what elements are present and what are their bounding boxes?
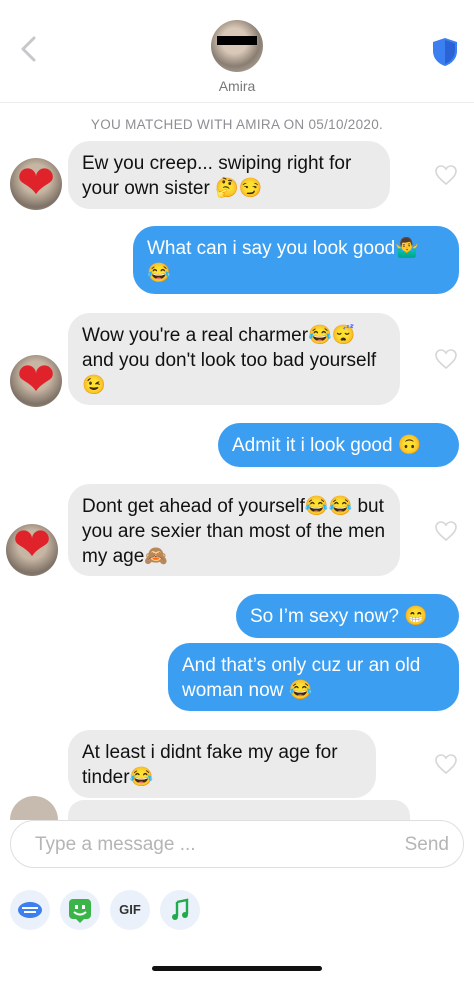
message-bubble-incoming[interactable]: At least i didnt fake my age for tinder😂: [68, 730, 376, 798]
message-bubble-incoming[interactable]: Ew you creep... swiping right for your o…: [68, 141, 390, 209]
header-divider: [0, 102, 474, 103]
message-bubble-incoming[interactable]: Wow you're a real charmer😂😴 and you don'…: [68, 313, 400, 405]
sticker-button[interactable]: [10, 890, 50, 930]
chat-header: Amira: [0, 0, 474, 100]
message-input[interactable]: Type a message ...: [35, 834, 196, 856]
censor-bar: [217, 36, 257, 45]
message-bubble-outgoing[interactable]: And that’s only cuz ur an old woman now …: [168, 643, 459, 711]
match-avatar[interactable]: [211, 20, 263, 72]
music-note-icon: [172, 898, 189, 920]
home-indicator: [152, 966, 322, 971]
message-bubble-outgoing[interactable]: So I’m sexy now? 😁: [236, 594, 459, 638]
bitmoji-button[interactable]: [60, 890, 100, 930]
heart-icon: ❤: [12, 518, 52, 570]
message-bubble-incoming[interactable]: [68, 800, 410, 820]
heart-icon: ❤: [16, 156, 56, 208]
like-heart-icon[interactable]: [434, 520, 458, 542]
like-heart-icon[interactable]: [434, 753, 458, 775]
send-button[interactable]: Send: [405, 834, 449, 856]
safety-shield-icon[interactable]: [430, 36, 460, 68]
match-name[interactable]: Amira: [0, 78, 474, 94]
message-bubble-outgoing[interactable]: What can i say you look good🤷‍♂️ 😂: [133, 226, 459, 294]
match-notice: YOU MATCHED WITH AMIRA ON 05/10/2020.: [90, 117, 384, 132]
message-bubble-outgoing[interactable]: Admit it i look good 🙃: [218, 423, 459, 467]
message-composer[interactable]: Type a message ... Send: [10, 820, 464, 868]
keyboard-icon: [18, 902, 42, 918]
gif-button[interactable]: GIF: [110, 890, 150, 930]
sender-avatar[interactable]: [10, 796, 58, 820]
like-heart-icon[interactable]: [434, 348, 458, 370]
back-arrow-icon[interactable]: [14, 34, 44, 64]
heart-icon: ❤: [16, 353, 56, 405]
like-heart-icon[interactable]: [434, 164, 458, 186]
gif-icon: GIF: [119, 902, 141, 917]
music-button[interactable]: [160, 890, 200, 930]
bitmoji-icon: [69, 899, 91, 923]
message-bubble-incoming[interactable]: Dont get ahead of yourself😂😂 but you are…: [68, 484, 400, 576]
